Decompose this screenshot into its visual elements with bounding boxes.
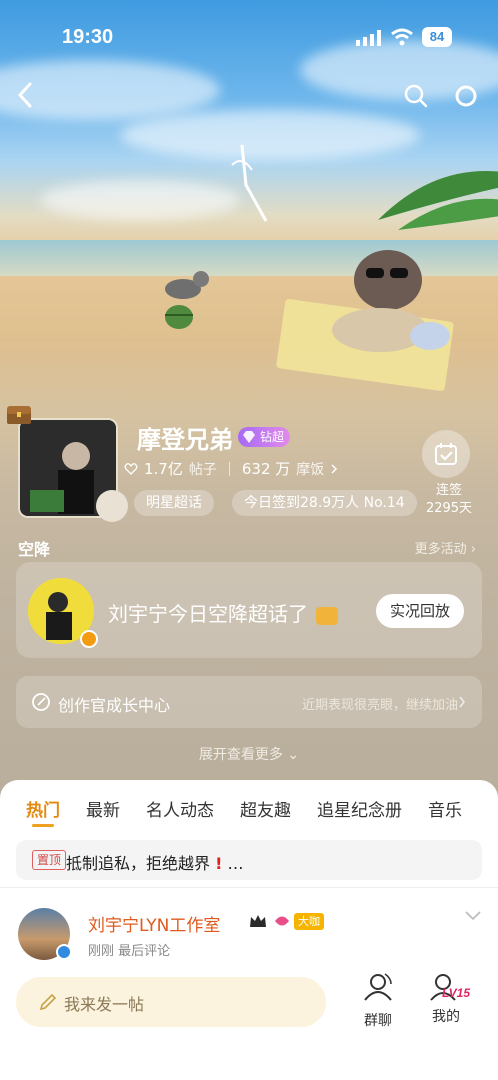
user-level-badge: LV15: [442, 986, 471, 1000]
more-options-button[interactable]: [450, 80, 482, 112]
group-chat-icon: [364, 973, 392, 1001]
heart-outline-icon: [124, 462, 138, 475]
back-arrow-icon: [17, 82, 32, 108]
chevron-down-icon: ⌄: [287, 747, 300, 763]
mine-button[interactable]: LV15 我的: [416, 972, 476, 1026]
fans-count: 632 万: [241, 460, 291, 478]
pinned-text-row: 抵制追私，拒绝越界 ! …: [66, 850, 244, 874]
streak-days: 2295天: [425, 501, 473, 516]
airdrop-text: 刘宇宁今日空降超话了: [108, 598, 339, 627]
level-badge-label: 钻超: [260, 430, 285, 444]
pinned-ellipsis: …: [227, 854, 244, 873]
crown-icon: [250, 915, 266, 927]
status-time: 19:30: [62, 26, 114, 48]
airdrop-card-text: 刘宇宁今日空降超话了: [108, 602, 308, 626]
group-chat-label: 群聊: [364, 1013, 392, 1029]
verified-icon: [56, 944, 72, 960]
more-activities-link[interactable]: 更多活动 ›: [415, 538, 476, 557]
back-button[interactable]: [10, 80, 40, 110]
treasure-icon: [316, 606, 339, 625]
posts-label: 帖子: [188, 461, 217, 478]
search-icon: [404, 84, 428, 108]
post-author-name[interactable]: 刘宇宁LYN工作室: [88, 911, 220, 936]
expand-label: 展开查看更多: [198, 747, 283, 763]
stats-divider: [228, 461, 230, 476]
compose-placeholder: 我来发一帖: [64, 995, 145, 1014]
more-activities-label: 更多活动: [414, 542, 467, 557]
status-bar: 19:30 84: [0, 0, 498, 72]
checkin-count-pill[interactable]: 今日签到28.9万人 No.14: [232, 490, 417, 516]
content-sheet: [0, 780, 498, 1080]
cloud-decoration: [40, 180, 240, 220]
group-chat-button[interactable]: 群聊: [348, 972, 408, 1030]
role-tag: 大咖: [294, 913, 324, 930]
airdrop-section-title: 空降: [18, 540, 51, 559]
topic-stats[interactable]: 1.7亿 帖子 632 万 摩饭: [124, 458, 338, 479]
circle-menu-icon: [455, 85, 477, 107]
mine-icon-wrap: LV15: [416, 972, 476, 1002]
expand-more-button[interactable]: 展开查看更多 ⌄: [0, 744, 498, 764]
creator-center-label: 创作官成长中心: [58, 696, 171, 715]
chevron-right-icon: [331, 463, 338, 474]
tab-hot[interactable]: 热门: [26, 796, 60, 827]
dog-illustration: [165, 271, 209, 329]
posts-count: 1.7亿: [144, 460, 183, 478]
treasure-chest-icon: [7, 406, 31, 424]
signal-icon: [356, 30, 381, 46]
replay-button[interactable]: 实况回放: [376, 594, 464, 628]
checkin-streak: 连签 2295天: [424, 482, 474, 518]
calendar-check-icon: [435, 443, 457, 465]
topic-title: 摩登兄弟: [137, 426, 233, 454]
chevron-right-icon: ›: [470, 542, 476, 557]
battery-indicator: 84: [422, 27, 452, 47]
mascot-avatar: [96, 490, 128, 522]
chevron-down-icon[interactable]: [464, 910, 482, 922]
level-badge[interactable]: 钻超: [238, 427, 291, 447]
fan-badge-icon: [275, 916, 289, 926]
tab-album[interactable]: 追星纪念册: [317, 796, 402, 821]
exclamation-icon: !: [215, 854, 223, 873]
mine-label: 我的: [432, 1009, 460, 1025]
tab-music[interactable]: 音乐: [428, 796, 462, 821]
pencil-icon: [39, 993, 57, 1011]
streak-label: 连签: [435, 483, 462, 498]
pinned-text: 抵制追私，拒绝越界: [66, 854, 211, 873]
compose-button[interactable]: [16, 977, 326, 1027]
pinned-tag: 置顶: [32, 850, 67, 870]
checkin-button[interactable]: [422, 430, 470, 478]
feed-tabs: 热门 最新 名人动态 超友趣 追星纪念册 音乐: [26, 796, 488, 827]
creator-center-hint: 近期表现很亮眼，继续加油: [301, 698, 458, 713]
tab-celebrity[interactable]: 名人动态: [146, 796, 214, 821]
wifi-icon: [391, 28, 413, 46]
chibi-character-illustration: [332, 250, 450, 352]
fans-label: 摩饭: [296, 461, 325, 478]
chevron-right-icon: [459, 696, 465, 708]
tab-latest[interactable]: 最新: [86, 796, 120, 821]
star-topic-tag[interactable]: 明星超话: [134, 490, 214, 516]
creator-pen-icon: [32, 693, 50, 711]
diamond-icon: [243, 431, 255, 443]
verified-badge-icon: [80, 630, 98, 648]
tab-fan-fun[interactable]: 超友趣: [240, 796, 291, 821]
post-meta: 刚刚 最后评论: [88, 944, 171, 959]
dragonfly-illustration: [231, 144, 268, 222]
search-button[interactable]: [400, 80, 432, 112]
divider: [0, 887, 498, 888]
